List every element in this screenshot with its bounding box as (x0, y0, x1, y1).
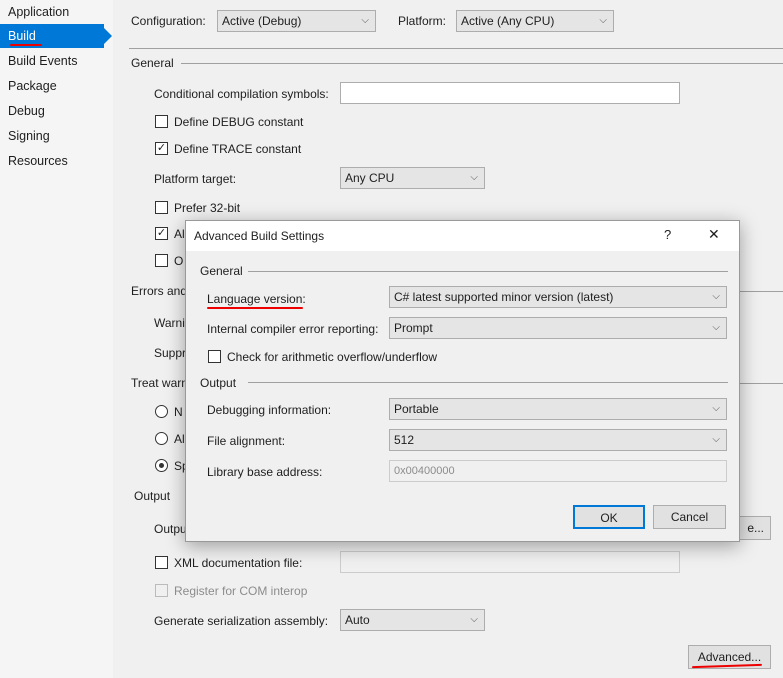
sidebar-item-debug[interactable]: Debug (0, 99, 104, 123)
language-version-value: C# latest supported minor version (lates… (394, 290, 614, 304)
configuration-label: Configuration: (131, 14, 206, 28)
ice-reporting-select[interactable]: Prompt ⌵ (389, 317, 727, 339)
optimize-label: O (174, 254, 184, 268)
chevron-down-icon: ⌵ (712, 291, 720, 302)
errors-section-title: Errors and (131, 284, 188, 298)
radio-all[interactable] (155, 432, 168, 445)
serialization-label: Generate serialization assembly: (154, 614, 329, 628)
xml-doc-checkbox[interactable] (155, 556, 168, 569)
platform-select[interactable]: Active (Any CPU) ⌵ (456, 10, 614, 32)
sidebar-item-build-events[interactable]: Build Events (0, 49, 104, 73)
sidebar-item-package[interactable]: Package (0, 74, 104, 98)
serialization-value: Auto (345, 613, 370, 627)
configuration-select[interactable]: Active (Debug) ⌵ (217, 10, 376, 32)
optimize-checkbox[interactable] (155, 254, 168, 267)
overflow-label: Check for arithmetic overflow/underflow (227, 350, 438, 364)
ice-reporting-label: Internal compiler error reporting: (207, 322, 379, 336)
language-version-select[interactable]: C# latest supported minor version (lates… (389, 286, 727, 308)
warning-level-label: Warni (154, 316, 185, 330)
platform-value: Active (Any CPU) (461, 14, 555, 28)
annotation-underline (207, 307, 303, 309)
allow-unsafe-checkbox[interactable]: ✓ (155, 227, 168, 240)
chevron-down-icon: ⌵ (470, 614, 478, 625)
cancel-button[interactable]: Cancel (653, 505, 726, 529)
general-section-title: General (131, 56, 174, 70)
platform-target-label: Platform target: (154, 172, 237, 186)
prefer32-label: Prefer 32-bit (174, 201, 241, 215)
treat-warnings-title: Treat warn (131, 376, 188, 390)
chevron-down-icon: ⌵ (361, 15, 369, 26)
divider (181, 63, 783, 64)
allow-unsafe-label: Al (174, 227, 185, 241)
annotation-underline (10, 44, 42, 46)
sidebar: Application Build Build Events Package D… (0, 0, 113, 678)
advanced-build-settings-dialog: Advanced Build Settings ? ✕ General Lang… (185, 220, 740, 542)
define-trace-checkbox[interactable]: ✓ (155, 142, 168, 155)
platform-label: Platform: (398, 14, 447, 28)
file-alignment-value: 512 (394, 433, 415, 447)
xml-doc-label: XML documentation file: (174, 556, 303, 570)
dialog-titlebar: Advanced Build Settings ? ✕ (186, 221, 739, 251)
divider (129, 48, 783, 49)
symbols-input[interactable] (340, 82, 680, 104)
ice-reporting-value: Prompt (394, 321, 433, 335)
close-icon[interactable]: ✕ (708, 226, 720, 243)
dialog-output-title: Output (200, 376, 237, 390)
radio-none[interactable] (155, 405, 168, 418)
debug-info-select[interactable]: Portable ⌵ (389, 398, 727, 420)
debug-info-label: Debugging information: (207, 403, 332, 417)
radio-all-label: Al (174, 432, 185, 446)
platform-target-select[interactable]: Any CPU ⌵ (340, 167, 485, 189)
chevron-down-icon: ⌵ (470, 172, 478, 183)
sidebar-item-resources[interactable]: Resources (0, 149, 104, 173)
output-section-title: Output (134, 489, 171, 503)
debug-info-value: Portable (394, 402, 439, 416)
chevron-down-icon: ⌵ (712, 403, 720, 414)
serialization-select[interactable]: Auto ⌵ (340, 609, 485, 631)
divider (740, 383, 783, 384)
sidebar-item-signing[interactable]: Signing (0, 124, 104, 148)
radio-specific[interactable] (155, 459, 168, 472)
divider (248, 271, 728, 272)
dialog-general-title: General (200, 264, 243, 278)
chevron-down-icon: ⌵ (712, 322, 720, 333)
divider (740, 291, 783, 292)
language-version-label: Language version: (207, 292, 306, 306)
sidebar-item-application[interactable]: Application (0, 0, 104, 24)
help-icon[interactable]: ? (664, 227, 671, 242)
chevron-down-icon: ⌵ (599, 15, 607, 26)
xml-doc-input[interactable] (340, 551, 680, 573)
ok-button[interactable]: OK (573, 505, 645, 529)
file-alignment-select[interactable]: 512 ⌵ (389, 429, 727, 451)
chevron-down-icon: ⌵ (712, 434, 720, 445)
suppress-warnings-label: Suppr (154, 346, 187, 360)
com-interop-checkbox[interactable] (155, 584, 168, 597)
define-debug-checkbox[interactable] (155, 115, 168, 128)
base-address-input[interactable]: 0x00400000 (389, 460, 727, 482)
define-debug-label: Define DEBUG constant (174, 115, 304, 129)
divider (248, 382, 728, 383)
radio-none-label: N (174, 405, 183, 419)
symbols-label: Conditional compilation symbols: (154, 87, 329, 101)
com-interop-label: Register for COM interop (174, 584, 308, 598)
file-alignment-label: File alignment: (207, 434, 286, 448)
output-path-label: Outpu (154, 522, 187, 536)
prefer32-checkbox[interactable] (155, 201, 168, 214)
dialog-title: Advanced Build Settings (194, 229, 325, 243)
define-trace-label: Define TRACE constant (174, 142, 302, 156)
overflow-checkbox[interactable] (208, 350, 221, 363)
configuration-value: Active (Debug) (222, 14, 302, 28)
base-address-label: Library base address: (207, 465, 323, 479)
platform-target-value: Any CPU (345, 171, 395, 185)
